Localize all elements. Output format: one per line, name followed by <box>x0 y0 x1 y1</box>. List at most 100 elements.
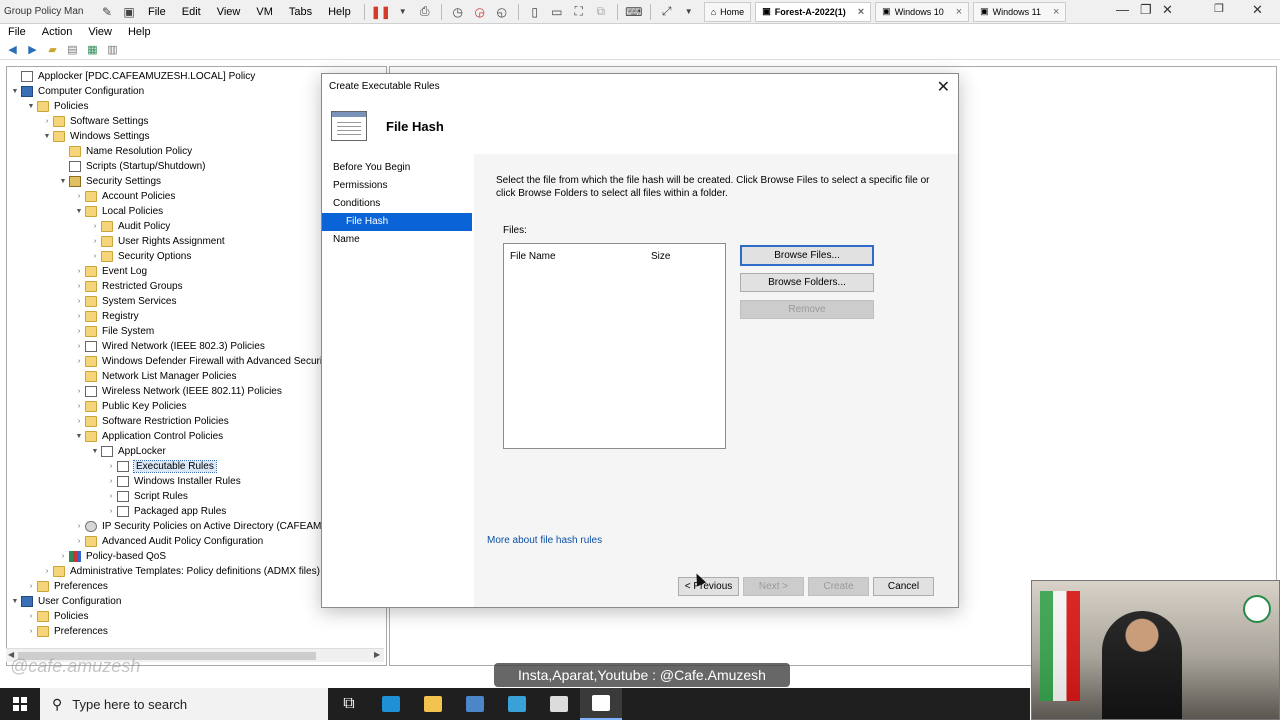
full-screen-icon[interactable]: ⛶ <box>570 3 588 21</box>
step-name[interactable]: Name <box>322 231 472 249</box>
close-icon[interactable]: ✕ <box>1162 2 1173 18</box>
sidebar-toggle-icon[interactable]: ▯ <box>526 3 544 21</box>
tree-item[interactable]: › Advanced Audit Policy Configuration <box>73 534 263 549</box>
vm-menu-file[interactable]: File <box>140 6 174 18</box>
tree-item[interactable]: ▼ Computer Configuration <box>9 84 144 99</box>
menu-file[interactable]: File <box>0 26 34 38</box>
previous-button[interactable]: < Previous <box>678 577 739 596</box>
scroll-right-icon[interactable]: ▶ <box>374 650 380 659</box>
tree-item[interactable]: › Wireless Network (IEEE 802.11) Policies <box>73 384 282 399</box>
collapsed-arrow-icon[interactable]: › <box>73 418 85 425</box>
stretch-icon[interactable]: ⤢ <box>658 3 676 21</box>
tree-item[interactable]: › User Rights Assignment <box>89 234 225 249</box>
pin-icon[interactable]: ✎ <box>98 3 116 21</box>
tree-item[interactable]: › Policy-based QoS <box>57 549 166 564</box>
minimize-icon[interactable]: — <box>1116 2 1129 17</box>
unity-icon[interactable]: ⧉ <box>592 3 610 21</box>
step-permissions[interactable]: Permissions <box>322 177 472 195</box>
tree-item[interactable]: Applocker [PDC.CAFEAMUZESH.LOCAL] Policy <box>9 69 255 84</box>
collapsed-arrow-icon[interactable]: › <box>73 358 85 365</box>
vm-menu-tabs[interactable]: Tabs <box>281 6 320 18</box>
expanded-arrow-icon[interactable]: ▼ <box>73 208 85 215</box>
taskbar-search-box[interactable]: ⚲ Type here to search <box>40 688 328 720</box>
remote-desktop-icon[interactable] <box>496 688 538 720</box>
menu-help[interactable]: Help <box>120 26 159 38</box>
tree-item[interactable]: › System Services <box>73 294 176 309</box>
menu-action[interactable]: Action <box>34 26 81 38</box>
notepad-icon[interactable] <box>538 688 580 720</box>
tree-item[interactable]: ▼ Security Settings <box>57 174 161 189</box>
collapsed-arrow-icon[interactable]: › <box>73 268 85 275</box>
tree-item[interactable]: › Policies <box>25 609 88 624</box>
close-tab-icon[interactable]: × <box>858 6 864 18</box>
export-list-icon[interactable]: ▦ <box>84 42 101 58</box>
tree-item[interactable]: › Executable Rules <box>105 459 217 474</box>
collapsed-arrow-icon[interactable]: › <box>25 628 37 635</box>
collapsed-arrow-icon[interactable]: › <box>73 193 85 200</box>
snapshot-icon[interactable]: ◷ <box>449 3 467 21</box>
collapsed-arrow-icon[interactable]: › <box>73 388 85 395</box>
expanded-arrow-icon[interactable]: ▼ <box>9 598 21 605</box>
collapsed-arrow-icon[interactable]: › <box>89 253 101 260</box>
dropdown-arrow-icon[interactable]: ▼ <box>394 3 412 21</box>
next-button[interactable]: Next > <box>743 577 804 596</box>
collapsed-arrow-icon[interactable]: › <box>105 493 117 500</box>
restore-icon[interactable]: ❐ <box>1140 2 1152 18</box>
expanded-arrow-icon[interactable]: ▼ <box>89 448 101 455</box>
tree-item[interactable]: › IP Security Policies on Active Director… <box>73 519 335 534</box>
tree-item[interactable]: ▼ Application Control Policies <box>73 429 223 444</box>
collapsed-arrow-icon[interactable]: › <box>89 238 101 245</box>
tree-item[interactable]: Network List Manager Policies <box>73 369 237 384</box>
tree-item[interactable]: ▼ User Configuration <box>9 594 121 609</box>
step-file-hash[interactable]: File Hash <box>322 213 472 231</box>
send-keys-icon[interactable]: ⎙ <box>416 3 434 21</box>
browse-files-button[interactable]: Browse Files... <box>740 245 874 266</box>
close-tab-icon[interactable]: × <box>1053 6 1059 18</box>
collapsed-arrow-icon[interactable]: › <box>105 463 117 470</box>
remove-button[interactable]: Remove <box>740 300 874 319</box>
tree-item[interactable]: ▼ AppLocker <box>89 444 166 459</box>
vm-menu-view[interactable]: View <box>209 6 249 18</box>
start-button[interactable] <box>0 688 40 720</box>
snapshot-manager-icon[interactable]: ◵ <box>493 3 511 21</box>
column-header-file-name[interactable]: File Name <box>510 251 556 262</box>
cancel-button[interactable]: Cancel <box>873 577 934 596</box>
revert-snapshot-icon[interactable]: ◶ <box>471 3 489 21</box>
step-before-you-begin[interactable]: Before You Begin <box>322 159 472 177</box>
collapsed-arrow-icon[interactable]: › <box>73 328 85 335</box>
tree-item[interactable]: ▼ Windows Settings <box>41 129 149 144</box>
expanded-arrow-icon[interactable]: ▼ <box>73 433 85 440</box>
tree-item[interactable]: › Account Policies <box>73 189 175 204</box>
collapsed-arrow-icon[interactable]: › <box>89 223 101 230</box>
expanded-arrow-icon[interactable]: ▼ <box>41 133 53 140</box>
vm-tab-windows11[interactable]: ▣ Windows 11 × <box>973 1 1067 22</box>
tree-item[interactable]: › Preferences <box>25 624 108 639</box>
collapsed-arrow-icon[interactable]: › <box>41 568 53 575</box>
tree-item[interactable]: › Software Settings <box>41 114 148 129</box>
forward-icon[interactable]: ▶ <box>24 42 41 58</box>
expanded-arrow-icon[interactable]: ▼ <box>9 88 21 95</box>
menu-view[interactable]: View <box>80 26 120 38</box>
server-manager-icon[interactable] <box>454 688 496 720</box>
task-view-icon[interactable]: ⧉ <box>328 688 370 720</box>
tree-item[interactable]: › Windows Installer Rules <box>105 474 241 489</box>
up-folder-icon[interactable]: ▰ <box>44 42 61 58</box>
vm-tab-windows10[interactable]: ▣ Windows 10 × <box>875 1 970 22</box>
vm-tab-home[interactable]: ⌂ Home <box>703 1 752 22</box>
tree-item[interactable]: › Restricted Groups <box>73 279 183 294</box>
browse-folders-button[interactable]: Browse Folders... <box>740 273 874 292</box>
vm-tab-forest[interactable]: ▣ Forest-A-2022(1) × <box>755 1 872 22</box>
tree-item[interactable]: Scripts (Startup/Shutdown) <box>57 159 206 174</box>
collapsed-arrow-icon[interactable]: › <box>25 613 37 620</box>
close-tab-icon[interactable]: × <box>956 6 962 18</box>
tree-item[interactable]: › Software Restriction Policies <box>73 414 229 429</box>
column-header-size[interactable]: Size <box>651 251 670 262</box>
tree-item[interactable]: › Public Key Policies <box>73 399 186 414</box>
pause-icon[interactable]: ❚❚ <box>371 3 391 21</box>
console-icon[interactable]: ⌨ <box>625 3 643 21</box>
vm-menu-vm[interactable]: VM <box>248 6 281 18</box>
close-icon[interactable]: ✕ <box>937 77 950 97</box>
collapsed-arrow-icon[interactable]: › <box>73 523 85 530</box>
tree-item[interactable]: › Administrative Templates: Policy defini… <box>41 564 326 579</box>
tree-item[interactable]: › Registry <box>73 309 139 324</box>
